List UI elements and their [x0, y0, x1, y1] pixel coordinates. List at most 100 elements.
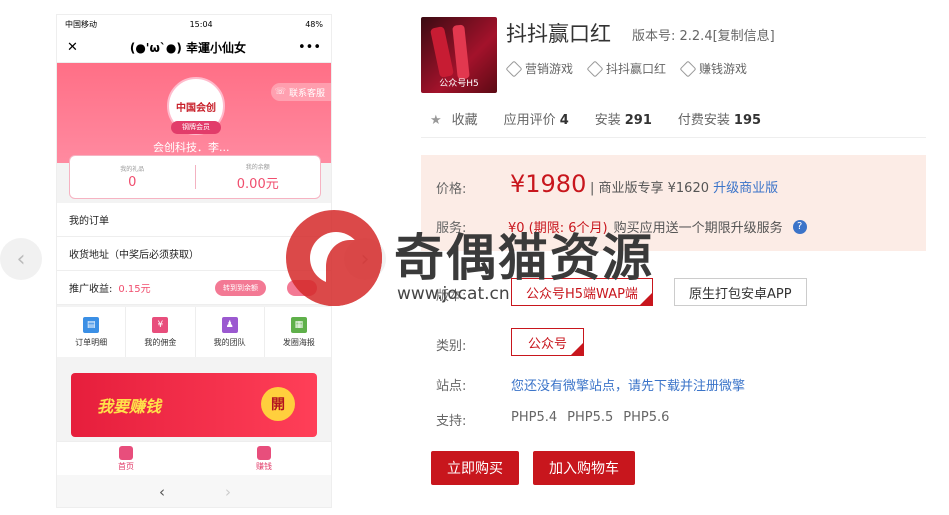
order-icon: ▤ — [83, 316, 100, 333]
add-to-cart-button[interactable]: 加入购物车 — [533, 451, 635, 485]
home-icon — [119, 445, 133, 460]
tab-home: 首页 — [57, 442, 195, 475]
paid-value: 195 — [733, 113, 762, 128]
username: 会创科技．李... — [153, 141, 230, 154]
price-label: 价格: — [436, 182, 467, 197]
tab-label: 首页 — [118, 461, 134, 471]
app-thumbnail: 公众号H5 — [421, 17, 497, 93]
php-version: PHP5.6 — [623, 410, 670, 425]
tag-label: 抖抖赢口红 — [606, 62, 667, 76]
site-label: 站点: — [436, 379, 467, 394]
phone-browser-bar: ‹ › — [57, 475, 331, 507]
category-option[interactable]: 公众号 — [511, 328, 585, 356]
register-site-link[interactable]: 您还没有微擎站点，请先下载并注册微擎 — [511, 375, 745, 394]
php-support-list: PHP5.4 PHP5.5 PHP5.6 — [511, 410, 669, 425]
thumbnail-caption: 公众号H5 — [439, 79, 479, 89]
version-option-android[interactable]: 原生打包安卓APP — [674, 278, 807, 306]
orders-row: 我的订单 — [57, 203, 331, 237]
orders-label: 我的订单 — [69, 216, 109, 227]
earnings-label: 推广收益: — [69, 284, 113, 295]
tag-list: 营销游戏 抖抖赢口红 赚钱游戏 — [505, 60, 748, 77]
phone-tabbar: 首页 赚钱 — [57, 441, 331, 475]
help-icon[interactable]: ? — [792, 219, 807, 234]
back-icon: ‹ — [159, 483, 165, 501]
installs-label: 安装 — [594, 113, 621, 128]
rating-value: 4 — [559, 113, 569, 128]
tag-item[interactable]: 抖抖赢口红 — [586, 60, 667, 77]
tag-label: 赚钱游戏 — [699, 62, 748, 76]
tag-label: 营销游戏 — [525, 62, 574, 76]
phone-navbar: ✕ (●'ω`●) 幸運小仙女 ••• — [57, 33, 331, 63]
earnings-value: 0.15元 — [118, 284, 151, 295]
business-price-text: | 商业版专享 ¥1620 — [590, 181, 709, 196]
page: ‹ › 中国移动 15:04 48% ✕ (●'ω`●) 幸運小仙女 ••• 中… — [0, 0, 949, 515]
installs: 安装 291 — [595, 109, 652, 128]
stat-label: 我的礼品 — [120, 166, 145, 173]
time-text: 15:04 — [189, 19, 213, 29]
rating-label: 应用评价 — [503, 113, 556, 128]
earn-icon — [257, 445, 271, 460]
qrcode-icon: ▦ — [290, 316, 307, 333]
stats-card: 我的礼品 0 我的余额 0.00元 — [69, 155, 321, 199]
stat-value: 0 — [128, 175, 137, 190]
favorite-button[interactable]: ★ 收藏 — [430, 109, 478, 128]
watermark-title: 奇偶猫资源 — [394, 228, 654, 287]
tag-item[interactable]: 赚钱游戏 — [679, 60, 748, 77]
tag-item[interactable]: 营销游戏 — [505, 60, 574, 77]
stat-label: 我的余额 — [245, 164, 270, 171]
transfer-button: 转到到余额 — [215, 280, 266, 296]
watermark-url: www.jocat.cn — [397, 284, 510, 304]
lipstick-graphic — [429, 26, 455, 78]
lipstick-graphic — [452, 24, 470, 80]
tag-icon — [586, 60, 604, 77]
tab-label: 赚钱 — [256, 461, 272, 471]
grid-label: 发圈海报 — [282, 337, 315, 347]
divider — [421, 137, 926, 138]
grid-label: 我的团队 — [213, 337, 246, 347]
paid-label: 付费安装 — [677, 113, 730, 128]
more-icon: ••• — [297, 40, 321, 55]
upgrade-business-link[interactable]: 升级商业版 — [713, 181, 778, 196]
app-meta: ★ 收藏 应用评价 4 安装 291 付费安装 195 — [430, 109, 761, 128]
profile-hero: 中国会创 钢牌会员 ☏ 联系客服 会创科技．李... — [57, 63, 331, 163]
battery-text: 48% — [305, 19, 323, 29]
carousel-prev-button[interactable]: ‹ — [0, 238, 42, 280]
headset-icon: ☏ — [274, 87, 286, 97]
banner-text: 我要赚钱 — [97, 397, 162, 416]
stat-balance: 我的余额 0.00元 — [196, 162, 321, 192]
customer-service-button: ☏ 联系客服 — [270, 83, 331, 101]
buy-now-button[interactable]: 立即购买 — [431, 451, 519, 485]
installs-value: 291 — [624, 113, 652, 128]
paid-installs: 付费安装 195 — [678, 109, 761, 128]
address-label: 收货地址（中奖后必须获取） — [69, 250, 199, 261]
version-label: 版本号: 2.2.4 — [632, 29, 713, 44]
business-price: | 商业版专享 ¥1620 升级商业版 — [590, 177, 778, 196]
category-label: 类别: — [436, 339, 467, 354]
stat-gifts: 我的礼品 0 — [70, 164, 195, 190]
wallet-icon: ¥ — [152, 316, 169, 333]
phone-title: (●'ω`●) 幸運小仙女 — [129, 41, 247, 55]
grid-item-team: ♟ 我的团队 — [196, 307, 265, 357]
app-title: 抖抖赢口红 — [506, 22, 611, 46]
php-version: PHP5.4 — [511, 410, 558, 425]
grid-item-orders: ▤ 订单明细 — [57, 307, 127, 357]
tag-icon — [679, 60, 697, 77]
grid-item-poster: ▦ 发圈海报 — [265, 307, 331, 357]
star-icon: ★ — [430, 113, 442, 128]
earn-money-banner: 我要赚钱 開 — [71, 373, 317, 437]
watermark-logo-icon — [286, 210, 382, 306]
tag-icon — [505, 60, 523, 77]
carrier-text: 中国移动 — [65, 19, 97, 29]
phone-status-bar: 中国移动 15:04 48% — [57, 15, 331, 33]
copy-info-link[interactable]: [复制信息] — [713, 29, 775, 44]
php-version: PHP5.5 — [567, 410, 614, 425]
customer-service-label: 联系客服 — [288, 88, 325, 99]
forward-icon: › — [225, 483, 231, 501]
stat-value: 0.00元 — [236, 177, 279, 192]
close-icon: ✕ — [67, 40, 78, 55]
favorite-label: 收藏 — [451, 113, 478, 128]
team-icon: ♟ — [221, 316, 238, 333]
grid-label: 订单明细 — [75, 337, 108, 347]
member-badge: 钢牌会员 — [171, 121, 221, 134]
grid-label: 我的佣金 — [144, 337, 177, 347]
